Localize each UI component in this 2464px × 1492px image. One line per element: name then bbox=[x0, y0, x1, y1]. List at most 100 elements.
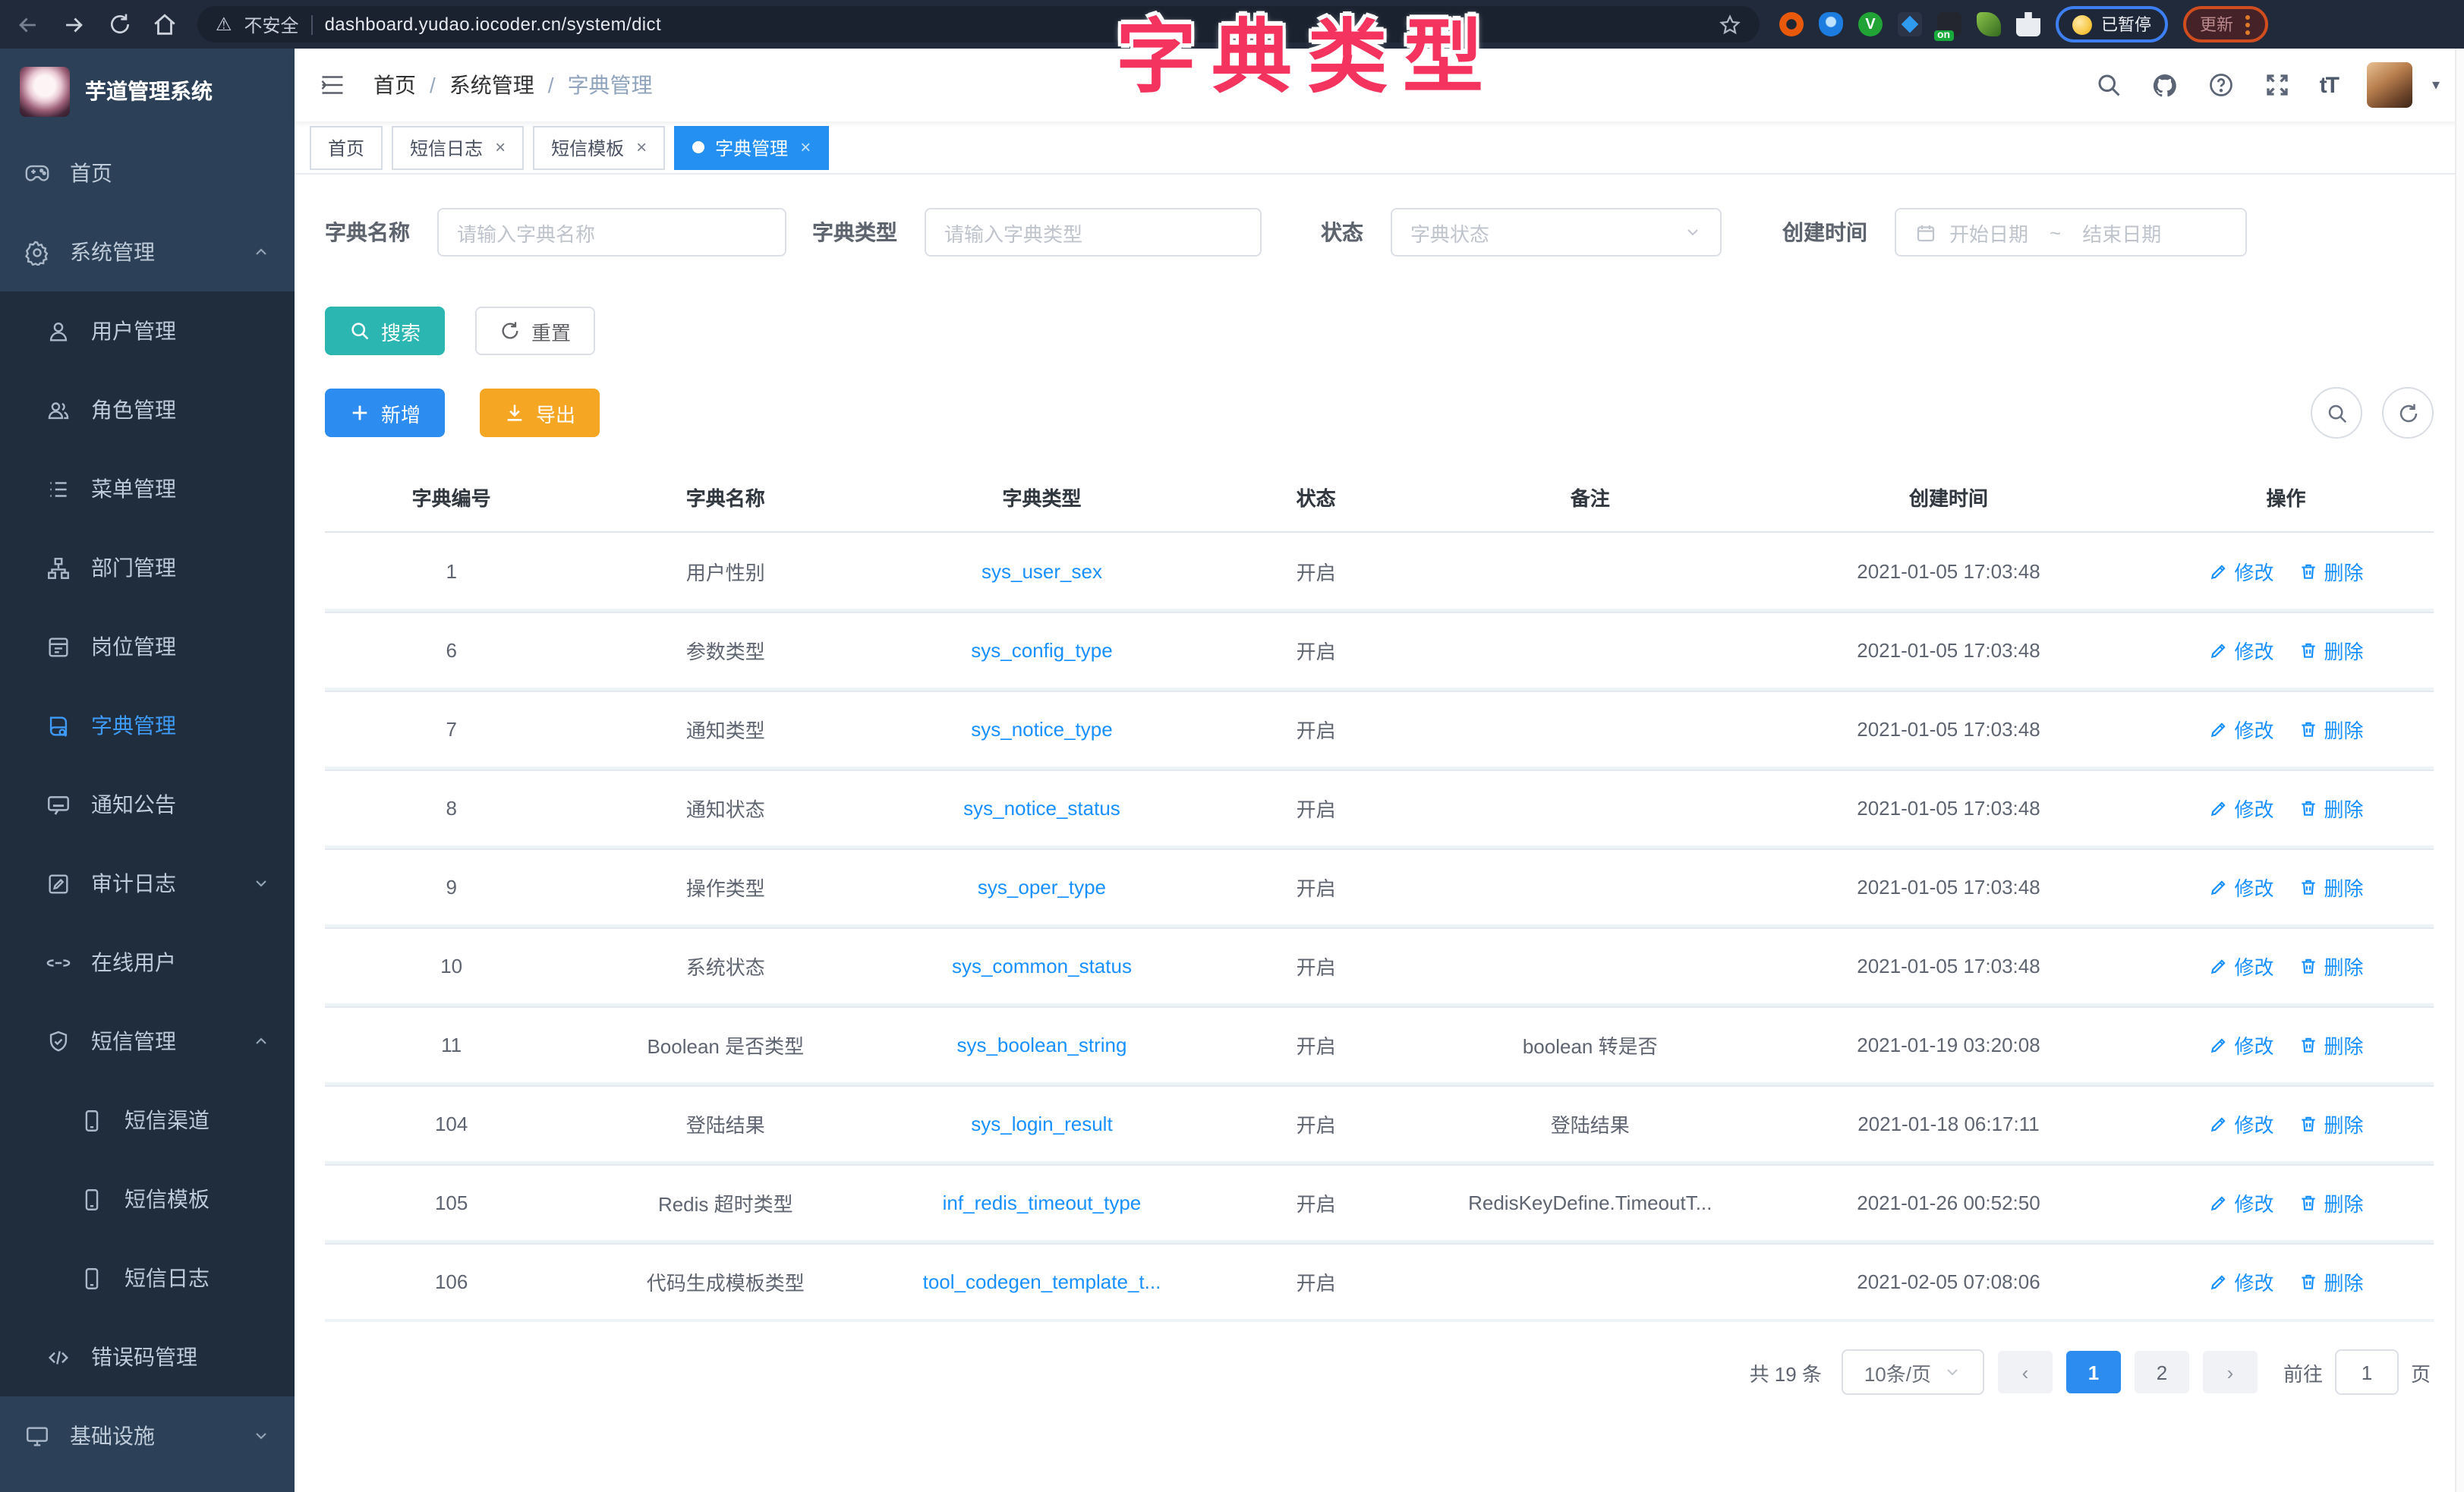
sidebar-item-15[interactable]: 短信日志 bbox=[0, 1239, 295, 1317]
cell-dict-type-link[interactable]: inf_redis_timeout_type bbox=[943, 1191, 1142, 1213]
edit-link[interactable]: 修改 bbox=[2208, 951, 2273, 980]
sidebar-item-10[interactable]: 审计日志 bbox=[0, 844, 295, 923]
extension-on-badge-icon[interactable] bbox=[1937, 12, 1961, 36]
edit-link[interactable]: 修改 bbox=[2208, 1188, 2273, 1217]
sidebar-item-11[interactable]: 在线用户 bbox=[0, 923, 295, 1002]
sidebar-item-14[interactable]: 短信模板 bbox=[0, 1160, 295, 1239]
search-icon[interactable] bbox=[2095, 71, 2122, 99]
cell-dict-type-link[interactable]: sys_user_sex bbox=[982, 559, 1102, 582]
update-button[interactable]: 更新 bbox=[2183, 6, 2268, 42]
sidebar-item-9[interactable]: 通知公告 bbox=[0, 765, 295, 844]
bookmark-star-icon[interactable] bbox=[1719, 13, 1741, 36]
user-menu-caret-icon[interactable]: ▾ bbox=[2432, 77, 2440, 93]
sidebar-item-16[interactable]: 错误码管理 bbox=[0, 1317, 295, 1396]
delete-link[interactable]: 删除 bbox=[2299, 1030, 2364, 1059]
extension-diamond-icon[interactable] bbox=[1898, 12, 1922, 36]
extension-orange-icon[interactable] bbox=[1779, 12, 1804, 36]
sidebar-item-4[interactable]: 角色管理 bbox=[0, 370, 295, 449]
collapse-menu-icon[interactable] bbox=[319, 73, 346, 97]
cell-dict-type-link[interactable]: sys_login_result bbox=[971, 1112, 1112, 1135]
export-button[interactable]: 导出 bbox=[480, 389, 600, 437]
font-size-icon[interactable]: tT bbox=[2320, 72, 2338, 98]
date-range-picker[interactable]: 开始日期 ~ 结束日期 bbox=[1895, 208, 2247, 257]
delete-link[interactable]: 删除 bbox=[2299, 556, 2364, 585]
show-search-button[interactable] bbox=[2311, 387, 2362, 439]
tab-2[interactable]: 短信日志× bbox=[392, 125, 524, 169]
back-icon[interactable] bbox=[15, 11, 41, 37]
reload-icon[interactable] bbox=[106, 11, 132, 37]
address-bar[interactable]: ⚠ 不安全 dashboard.yudao.iocoder.cn/system/… bbox=[197, 6, 1760, 42]
forward-icon[interactable] bbox=[61, 11, 87, 37]
breadcrumb-item-2[interactable]: 系统管理 bbox=[449, 70, 534, 100]
edit-link[interactable]: 修改 bbox=[2208, 793, 2273, 822]
sidebar-item-17[interactable]: 基础设施 bbox=[0, 1396, 295, 1475]
sidebar-item-2[interactable]: 系统管理 bbox=[0, 212, 295, 291]
cell-dict-type-link[interactable]: sys_notice_status bbox=[963, 796, 1120, 819]
profile-paused-badge[interactable]: 已暂停 bbox=[2056, 6, 2168, 42]
edit-link[interactable]: 修改 bbox=[2208, 556, 2273, 585]
help-icon[interactable] bbox=[2207, 71, 2235, 99]
tab-4[interactable]: 字典管理× bbox=[674, 125, 829, 169]
page-button-2[interactable]: 2 bbox=[2135, 1351, 2189, 1393]
extensions-puzzle-icon[interactable] bbox=[2016, 12, 2040, 36]
github-icon[interactable] bbox=[2151, 71, 2179, 99]
extension-green-v-icon[interactable] bbox=[1858, 12, 1883, 36]
dict-name-input[interactable]: 请输入字典名称 bbox=[437, 208, 786, 257]
page-button-1[interactable]: 1 bbox=[2066, 1351, 2121, 1393]
cell-dict-type-link[interactable]: sys_oper_type bbox=[978, 875, 1106, 898]
prev-page-button[interactable]: ‹ bbox=[1998, 1351, 2053, 1393]
url-text[interactable]: dashboard.yudao.iocoder.cn/system/dict bbox=[325, 14, 661, 35]
app-logo[interactable]: 芋道管理系统 bbox=[0, 49, 295, 134]
delete-link[interactable]: 删除 bbox=[2299, 1109, 2364, 1138]
delete-link[interactable]: 删除 bbox=[2299, 1188, 2364, 1217]
edit-link[interactable]: 修改 bbox=[2208, 635, 2273, 664]
sidebar-item-6[interactable]: 部门管理 bbox=[0, 528, 295, 607]
extension-leaf-icon[interactable] bbox=[1977, 12, 2001, 36]
delete-link[interactable]: 删除 bbox=[2299, 872, 2364, 901]
cell-dict-type-link[interactable]: sys_config_type bbox=[971, 638, 1112, 661]
extension-drop-icon[interactable] bbox=[1819, 12, 1843, 36]
fullscreen-icon[interactable] bbox=[2264, 71, 2291, 99]
tab-close-icon[interactable]: × bbox=[636, 137, 647, 158]
edit-link[interactable]: 修改 bbox=[2208, 872, 2273, 901]
sidebar-item-7[interactable]: 岗位管理 bbox=[0, 607, 295, 686]
sidebar-item-3[interactable]: 用户管理 bbox=[0, 291, 295, 370]
edit-link[interactable]: 修改 bbox=[2208, 1267, 2273, 1295]
reset-button[interactable]: 重置 bbox=[475, 307, 595, 355]
cell-dict-type-link[interactable]: sys_common_status bbox=[952, 954, 1132, 977]
next-page-button[interactable]: › bbox=[2203, 1351, 2258, 1393]
page-size-select[interactable]: 10条/页 bbox=[1842, 1349, 1984, 1395]
tab-close-icon[interactable]: × bbox=[800, 137, 811, 158]
cell-dict-type-link[interactable]: sys_boolean_string bbox=[956, 1033, 1126, 1056]
edit-link[interactable]: 修改 bbox=[2208, 1030, 2273, 1059]
sidebar-item-13[interactable]: 短信渠道 bbox=[0, 1081, 295, 1160]
user-avatar[interactable] bbox=[2367, 62, 2412, 108]
add-button[interactable]: 新增 bbox=[325, 389, 445, 437]
delete-link[interactable]: 删除 bbox=[2299, 793, 2364, 822]
home-icon[interactable] bbox=[152, 11, 178, 37]
delete-link[interactable]: 删除 bbox=[2299, 1267, 2364, 1295]
sidebar-item-8[interactable]: 字典管理 bbox=[0, 686, 295, 765]
search-button[interactable]: 搜索 bbox=[325, 307, 445, 355]
edit-link[interactable]: 修改 bbox=[2208, 1109, 2273, 1138]
breadcrumb-item-1[interactable]: 首页 bbox=[373, 70, 416, 100]
tab-1[interactable]: 首页 bbox=[310, 125, 383, 169]
sidebar-item-5[interactable]: 菜单管理 bbox=[0, 449, 295, 528]
delete-link[interactable]: 删除 bbox=[2299, 951, 2364, 980]
delete-link[interactable]: 删除 bbox=[2299, 714, 2364, 743]
cell-dict-type-link[interactable]: sys_notice_type bbox=[971, 717, 1112, 740]
refresh-table-button[interactable] bbox=[2382, 387, 2434, 439]
tab-close-icon[interactable]: × bbox=[495, 137, 506, 158]
edit-link[interactable]: 修改 bbox=[2208, 714, 2273, 743]
cell-dict-type-link[interactable]: tool_codegen_template_t... bbox=[923, 1270, 1161, 1292]
security-label[interactable]: 不安全 bbox=[244, 11, 299, 37]
tab-3[interactable]: 短信模板× bbox=[533, 125, 665, 169]
sidebar-item-12[interactable]: 短信管理 bbox=[0, 1002, 295, 1081]
dict-type-input[interactable]: 请输入字典类型 bbox=[925, 208, 1262, 257]
goto-page-input[interactable]: 1 bbox=[2335, 1349, 2399, 1395]
browser-menu-icon[interactable] bbox=[2242, 14, 2251, 34]
delete-link[interactable]: 删除 bbox=[2299, 635, 2364, 664]
page-scrollbar[interactable] bbox=[2455, 49, 2464, 1492]
status-select[interactable]: 字典状态 bbox=[1391, 208, 1722, 257]
sidebar-item-1[interactable]: 首页 bbox=[0, 134, 295, 212]
